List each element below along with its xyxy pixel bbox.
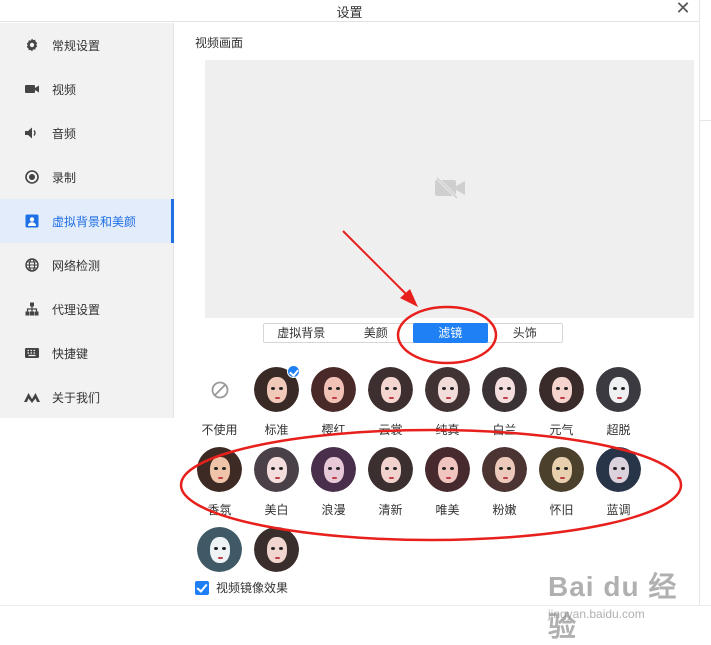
filter-label: 白兰: [492, 423, 517, 437]
filter-thumbnail: [254, 447, 299, 492]
filter-item[interactable]: 纯真: [419, 367, 476, 447]
sidebar-item-network-check[interactable]: 网络检测: [0, 243, 173, 287]
window-title: 设置: [336, 5, 363, 20]
tab-filter[interactable]: 滤镜: [413, 323, 488, 343]
filter-item[interactable]: 不使用: [191, 367, 248, 447]
sidebar-item-virtual-background-beauty[interactable]: 虚拟背景和美颜: [0, 199, 174, 243]
portrait-icon: [24, 213, 40, 229]
video-camera-icon: [24, 81, 40, 97]
filter-item[interactable]: 美白: [248, 447, 305, 527]
record-icon: [24, 169, 40, 185]
mirror-option: 视频镜像效果: [195, 579, 288, 596]
filter-item[interactable]: 樱红: [305, 367, 362, 447]
filter-label: 唯美: [435, 503, 460, 517]
title-bar: 设置 ✕: [0, 0, 699, 22]
sidebar-item-label: 网络检测: [52, 258, 101, 273]
sidebar-item-label: 虚拟背景和美颜: [52, 214, 137, 229]
filter-label: 元气: [549, 423, 574, 437]
filter-item[interactable]: 唯美: [419, 447, 476, 527]
watermark-logo: Bai du 经验: [548, 571, 678, 642]
filter-label: 云裳: [378, 423, 403, 437]
sidebar-item-proxy[interactable]: 代理设置: [0, 287, 173, 331]
selected-check-icon: [287, 365, 300, 378]
filter-thumbnail: [311, 447, 356, 492]
sidebar-item-label: 录制: [52, 170, 77, 185]
filter-thumbnail: [197, 527, 242, 572]
filter-thumbnail: [197, 447, 242, 492]
network-tree-icon: [24, 301, 40, 317]
filter-thumbnail: [596, 447, 641, 492]
speaker-icon: [24, 125, 40, 141]
filter-item[interactable]: 蓝调: [590, 447, 647, 527]
close-icon[interactable]: ✕: [673, 0, 693, 20]
filter-item[interactable]: 元气: [533, 367, 590, 447]
sidebar-item-record[interactable]: 录制: [0, 155, 173, 199]
disabled-icon: [197, 367, 242, 412]
mirror-label: 视频镜像效果: [216, 581, 289, 595]
filter-item[interactable]: 超脱: [590, 367, 647, 447]
filter-item[interactable]: 白兰: [476, 367, 533, 447]
filter-label: 粉嫩: [492, 503, 517, 517]
sidebar-item-label: 快捷键: [52, 346, 89, 361]
filter-label: 不使用: [201, 423, 238, 437]
filter-item[interactable]: 粉嫩: [476, 447, 533, 527]
baidu-jingyan-watermark: Bai du 经验 jingyan.baidu.com: [548, 565, 698, 642]
sidebar-item-label: 视频: [52, 82, 77, 97]
filter-label: 纯真: [435, 423, 460, 437]
tab-headwear[interactable]: 头饰: [488, 324, 563, 342]
filter-item[interactable]: 香氛: [191, 447, 248, 527]
filter-label: 樱红: [321, 423, 346, 437]
gear-icon: [24, 37, 40, 53]
video-preview: [205, 60, 694, 318]
camera-off-icon: [435, 177, 465, 199]
filter-item[interactable]: 云裳: [362, 367, 419, 447]
filter-item[interactable]: 标准: [248, 365, 305, 447]
keyboard-icon: [24, 345, 40, 361]
sidebar-item-about[interactable]: 关于我们: [0, 375, 173, 419]
filter-row: 不使用 标准 樱红 云裳 纯真 白兰 元气 超脱: [191, 365, 671, 447]
filter-label: 美白: [264, 503, 289, 517]
tab-beauty[interactable]: 美颜: [339, 324, 414, 342]
filter-thumbnail: [311, 367, 356, 412]
globe-icon: [24, 257, 40, 273]
filter-label: 超脱: [606, 423, 631, 437]
mirror-checkbox[interactable]: [195, 580, 209, 595]
settings-sidebar: 常规设置 视频 音频 录制 虚拟背景和美颜 网络检测 代理设置 快捷键 关于我们: [0, 23, 174, 418]
sidebar-item-general[interactable]: 常规设置: [0, 23, 173, 67]
effect-tabs: 虚拟背景 美颜 滤镜 头饰: [263, 323, 563, 343]
sidebar-item-video[interactable]: 视频: [0, 67, 173, 111]
sidebar-item-label: 代理设置: [52, 302, 101, 317]
filter-label: 怀旧: [549, 503, 574, 517]
watermark-url: jingyan.baidu.com: [548, 607, 645, 621]
filter-thumbnail: [482, 447, 527, 492]
filter-thumbnail: [254, 527, 299, 572]
sidebar-item-label: 关于我们: [52, 390, 101, 405]
filter-label: 浪漫: [321, 503, 346, 517]
filter-thumbnail: [539, 367, 584, 412]
filter-thumbnail: [425, 367, 470, 412]
sidebar-item-label: 音频: [52, 126, 77, 141]
logo-icon: [24, 389, 40, 405]
filter-label: 清新: [378, 503, 403, 517]
sidebar-item-audio[interactable]: 音频: [0, 111, 173, 155]
tab-virtual-background[interactable]: 虚拟背景: [264, 324, 339, 342]
filter-thumbnail: [368, 447, 413, 492]
main-panel: 视频画面 虚拟背景 美颜 滤镜 头饰 不使用 标准 樱红 云裳 纯真 白兰 元气 超脱香氛 美白…: [175, 23, 699, 605]
background-window-edge: [699, 0, 711, 640]
filter-label: 香氛: [207, 503, 232, 517]
filter-item[interactable]: 清新: [362, 447, 419, 527]
sidebar-item-label: 常规设置: [52, 38, 101, 53]
filter-thumbnail: [539, 447, 584, 492]
filter-label: 蓝调: [606, 503, 631, 517]
filter-label: 标准: [264, 423, 289, 437]
filter-row: 香氛 美白 浪漫 清新 唯美 粉嫩 怀旧 蓝调: [191, 447, 671, 527]
filter-thumbnail: [596, 367, 641, 412]
section-title: 视频画面: [195, 36, 244, 50]
sidebar-item-shortcuts[interactable]: 快捷键: [0, 331, 173, 375]
filter-thumbnail: [368, 367, 413, 412]
filter-thumbnail: [482, 367, 527, 412]
filter-item[interactable]: 浪漫: [305, 447, 362, 527]
filter-thumbnail: [425, 447, 470, 492]
filter-item[interactable]: 怀旧: [533, 447, 590, 527]
